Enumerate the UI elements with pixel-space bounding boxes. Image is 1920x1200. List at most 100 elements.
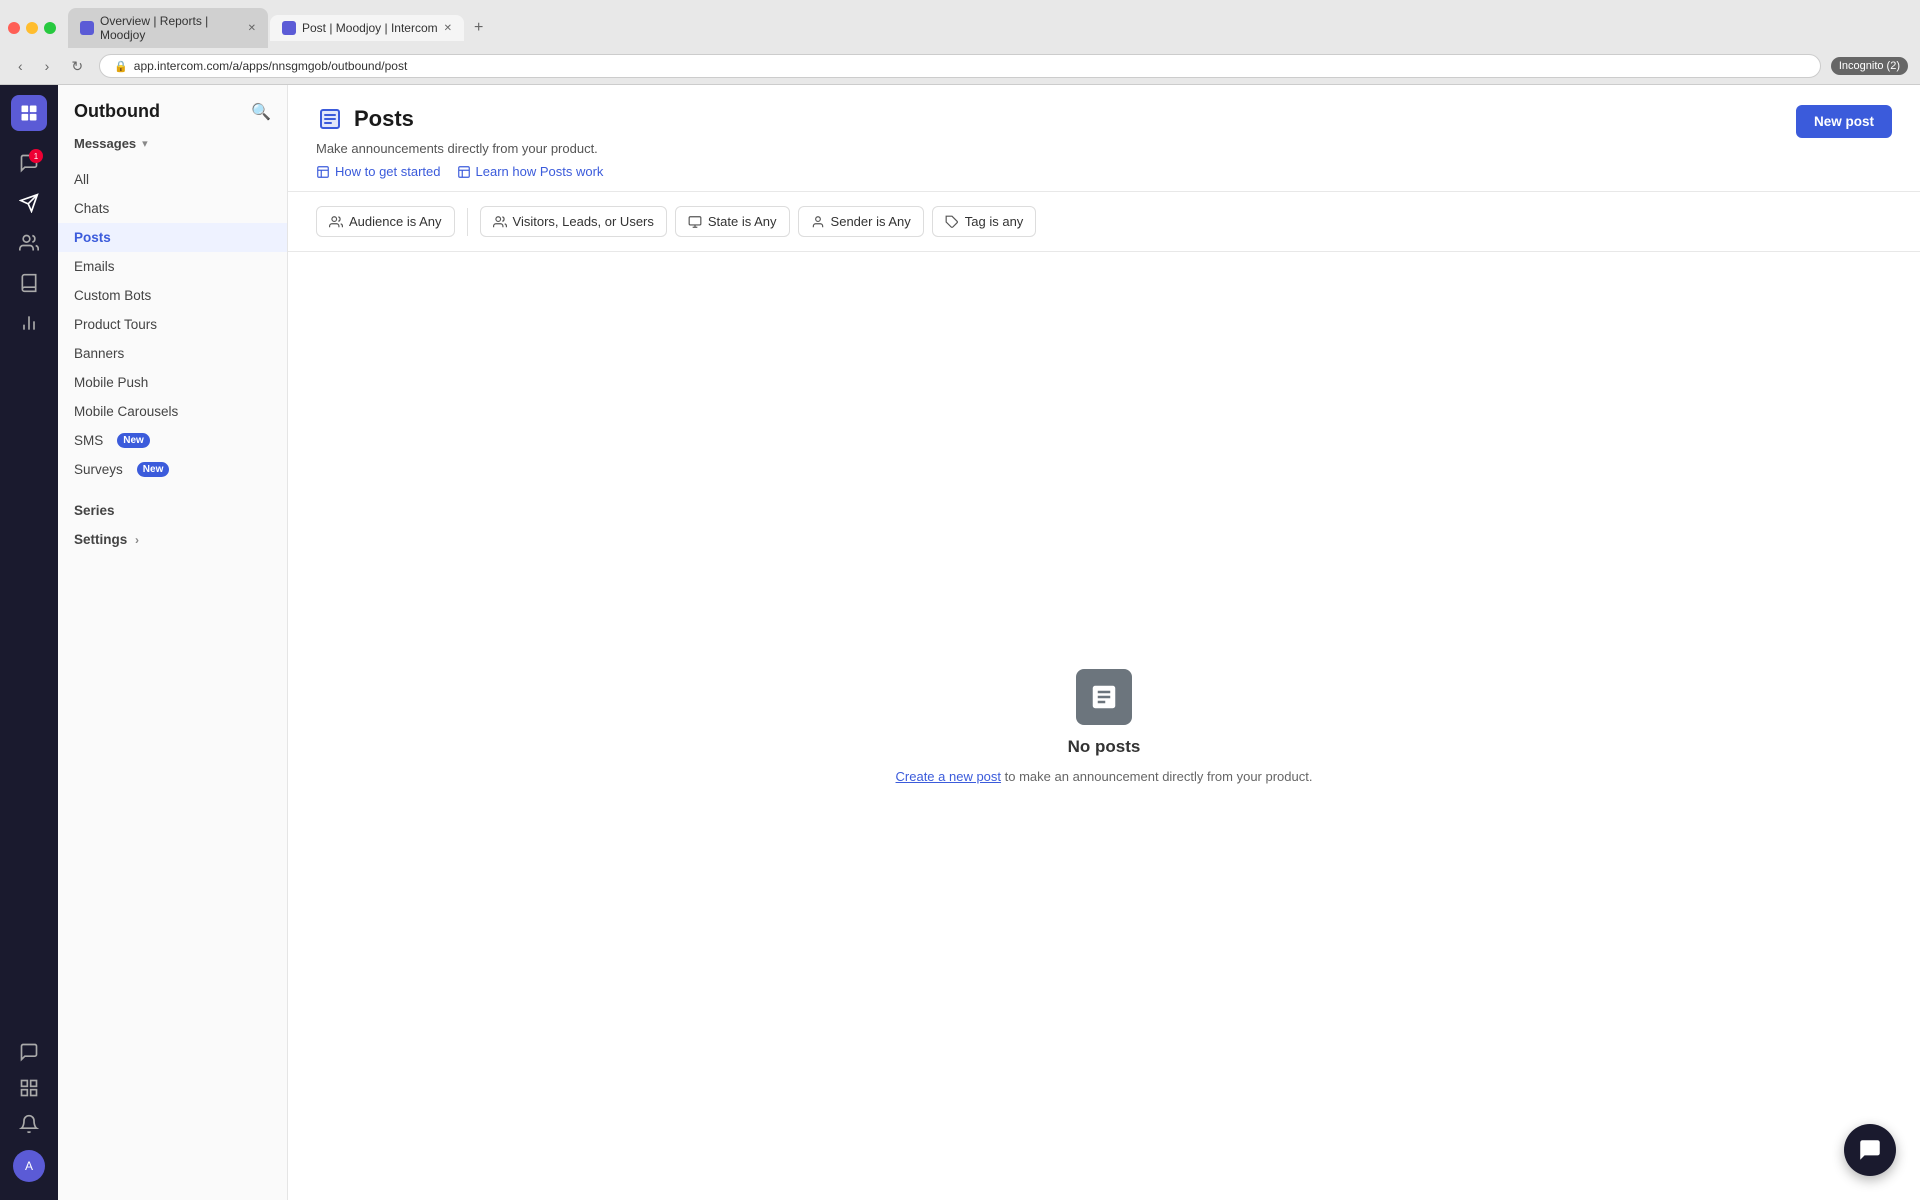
- empty-description: Create a new post to make an announcemen…: [896, 769, 1313, 784]
- sidebar-link-series[interactable]: Series: [58, 496, 287, 525]
- surveys-new-badge: New: [137, 462, 170, 477]
- sidebar-item-custom-bots-label: Custom Bots: [74, 288, 151, 303]
- messages-menu-item[interactable]: Messages ▾: [58, 130, 287, 157]
- sidebar: Outbound 🔍 Messages ▾ All Chats Posts Em…: [58, 85, 288, 1200]
- sidebar-title: Outbound: [74, 101, 160, 122]
- sidebar-item-sms[interactable]: SMS New: [58, 426, 287, 455]
- sidebar-item-mobile-push-label: Mobile Push: [74, 375, 148, 390]
- url-text: app.intercom.com/a/apps/nnsgmgob/outboun…: [134, 59, 408, 73]
- sidebar-link-settings[interactable]: Settings ›: [58, 525, 287, 554]
- icon-rail: 1 A: [0, 85, 58, 1200]
- tab-1-favicon: [80, 21, 94, 35]
- url-bar[interactable]: 🔒 app.intercom.com/a/apps/nnsgmgob/outbo…: [99, 54, 1821, 78]
- page-title-row: Posts: [316, 105, 603, 133]
- sidebar-item-sms-label: SMS: [74, 433, 103, 448]
- main-header-left: Posts Make announcements directly from y…: [316, 105, 603, 179]
- sidebar-item-banners[interactable]: Banners: [58, 339, 287, 368]
- posts-icon: [316, 105, 344, 133]
- address-bar: ‹ › ↻ 🔒 app.intercom.com/a/apps/nnsgmgob…: [0, 48, 1920, 85]
- rail-widgets-icon[interactable]: [11, 1070, 47, 1106]
- rail-chat-icon[interactable]: [11, 1034, 47, 1070]
- filter-bar: Audience is Any Visitors, Leads, or User…: [288, 192, 1920, 252]
- state-filter-label: State is Any: [708, 214, 777, 229]
- rail-messages-icon[interactable]: 1: [11, 145, 47, 181]
- tab-2-label: Post | Moodjoy | Intercom: [302, 21, 438, 35]
- audience-filter[interactable]: Audience is Any: [316, 206, 455, 237]
- sidebar-item-banners-label: Banners: [74, 346, 124, 361]
- tab-2-favicon: [282, 21, 296, 35]
- close-button[interactable]: [8, 22, 20, 34]
- sidebar-item-mobile-push[interactable]: Mobile Push: [58, 368, 287, 397]
- sender-filter[interactable]: Sender is Any: [798, 206, 924, 237]
- visitors-filter-label: Visitors, Leads, or Users: [513, 214, 654, 229]
- rail-knowledge-icon[interactable]: [11, 265, 47, 301]
- sidebar-item-custom-bots[interactable]: Custom Bots: [58, 281, 287, 310]
- sidebar-item-chats[interactable]: Chats: [58, 194, 287, 223]
- page-title: Posts: [354, 106, 414, 132]
- maximize-button[interactable]: [44, 22, 56, 34]
- tab-bar: Overview | Reports | Moodjoy ✕ Post | Mo…: [0, 0, 1920, 48]
- new-tab-button[interactable]: +: [466, 15, 491, 41]
- page-description: Make announcements directly from your pr…: [316, 141, 603, 156]
- sidebar-item-emails[interactable]: Emails: [58, 252, 287, 281]
- empty-desc-suffix: to make an announcement directly from yo…: [1001, 769, 1312, 784]
- forward-button[interactable]: ›: [39, 56, 56, 76]
- series-settings-section: Series Settings ›: [58, 492, 287, 558]
- empty-state: No posts Create a new post to make an an…: [288, 252, 1920, 1200]
- lock-icon: 🔒: [114, 60, 128, 73]
- create-new-post-link[interactable]: Create a new post: [896, 769, 1002, 784]
- filter-separator-1: [467, 208, 468, 236]
- rail-reports-icon[interactable]: [11, 305, 47, 341]
- new-post-button[interactable]: New post: [1796, 105, 1892, 138]
- back-button[interactable]: ‹: [12, 56, 29, 76]
- rail-users-icon[interactable]: [11, 225, 47, 261]
- search-button[interactable]: 🔍: [251, 102, 271, 122]
- sidebar-item-mobile-carousels[interactable]: Mobile Carousels: [58, 397, 287, 426]
- sidebar-item-all[interactable]: All: [58, 165, 287, 194]
- page-links: How to get started Learn how Posts work: [316, 164, 603, 179]
- state-filter[interactable]: State is Any: [675, 206, 790, 237]
- sidebar-item-surveys-label: Surveys: [74, 462, 123, 477]
- sidebar-item-mobile-carousels-label: Mobile Carousels: [74, 404, 178, 419]
- sidebar-item-product-tours[interactable]: Product Tours: [58, 310, 287, 339]
- get-started-link-text: How to get started: [335, 164, 441, 179]
- reload-button[interactable]: ↻: [65, 56, 89, 77]
- sidebar-header: Outbound 🔍: [58, 85, 287, 130]
- chevron-right-icon: ›: [135, 533, 139, 547]
- tab-1[interactable]: Overview | Reports | Moodjoy ✕: [68, 8, 268, 48]
- incognito-label: Incognito (2): [1839, 60, 1900, 72]
- sidebar-item-product-tours-label: Product Tours: [74, 317, 157, 332]
- audience-filter-label: Audience is Any: [349, 214, 442, 229]
- window-controls: [8, 22, 56, 34]
- app-logo[interactable]: [11, 95, 47, 131]
- tag-filter-label: Tag is any: [965, 214, 1024, 229]
- sidebar-item-posts-label: Posts: [74, 230, 111, 245]
- tab-1-close[interactable]: ✕: [248, 23, 256, 34]
- settings-label: Settings: [74, 532, 127, 547]
- rail-badge: 1: [29, 149, 43, 163]
- get-started-link[interactable]: How to get started: [316, 164, 441, 179]
- main-content: Posts Make announcements directly from y…: [288, 85, 1920, 1200]
- tag-filter[interactable]: Tag is any: [932, 206, 1037, 237]
- no-posts-icon: [1076, 669, 1132, 725]
- learn-posts-link[interactable]: Learn how Posts work: [457, 164, 604, 179]
- rail-bottom: A: [11, 1034, 47, 1190]
- sidebar-item-posts[interactable]: Posts: [58, 223, 287, 252]
- main-header: Posts Make announcements directly from y…: [288, 85, 1920, 192]
- sidebar-item-chats-label: Chats: [74, 201, 109, 216]
- sender-filter-label: Sender is Any: [831, 214, 911, 229]
- chevron-down-icon: ▾: [142, 137, 148, 150]
- visitors-filter[interactable]: Visitors, Leads, or Users: [480, 206, 667, 237]
- tab-2[interactable]: Post | Moodjoy | Intercom ✕: [270, 15, 464, 41]
- tab-1-label: Overview | Reports | Moodjoy: [100, 14, 242, 42]
- rail-outbound-icon[interactable]: [11, 185, 47, 221]
- sidebar-item-surveys[interactable]: Surveys New: [58, 455, 287, 484]
- chat-widget[interactable]: [1844, 1124, 1896, 1176]
- minimize-button[interactable]: [26, 22, 38, 34]
- sidebar-item-all-label: All: [74, 172, 89, 187]
- sms-new-badge: New: [117, 433, 150, 448]
- messages-label: Messages: [74, 136, 136, 151]
- rail-notifications-icon[interactable]: [11, 1106, 47, 1142]
- tab-2-close[interactable]: ✕: [444, 23, 452, 34]
- user-avatar[interactable]: A: [13, 1150, 45, 1182]
